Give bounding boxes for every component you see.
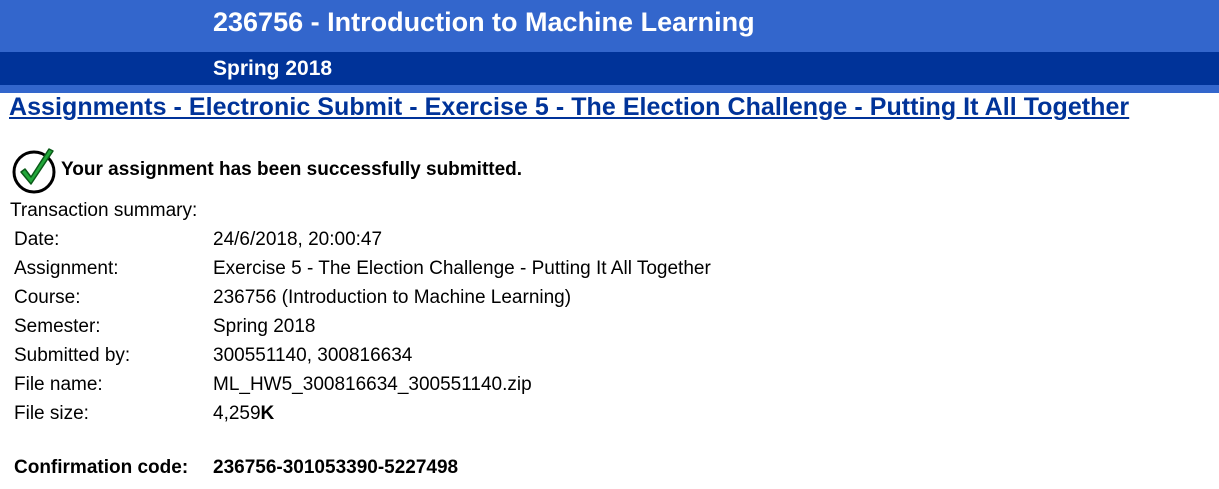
success-message: Your assignment has been successfully su…: [12, 146, 522, 194]
page-heading: Assignments - Electronic Submit - Exerci…: [9, 93, 1130, 121]
row-value: ML_HW5_300816634_300551140.zip: [213, 373, 532, 395]
row-value: Spring 2018: [213, 315, 316, 337]
confirmation-value: 236756-301053390-5227498: [213, 457, 459, 478]
file-size-number: 4,259: [213, 402, 261, 424]
semester-title: Spring 2018: [213, 57, 333, 80]
course-title: 236756 - Introduction to Machine Learnin…: [213, 7, 755, 37]
success-text: Your assignment has been successfully su…: [61, 159, 523, 180]
summary-row-file-name: File name: ML_HW5_300816634_300551140.zi…: [14, 370, 711, 399]
row-label: Assignment:: [14, 257, 119, 279]
file-size-value: 4,259K: [213, 403, 274, 425]
semester-bar: [0, 52, 1219, 85]
row-label: Semester:: [14, 315, 101, 337]
summary-row-date: Date: 24/6/2018, 20:00:47: [14, 225, 711, 254]
transaction-summary-table: Date: 24/6/2018, 20:00:47 Assignment: Ex…: [14, 225, 711, 428]
row-value: Exercise 5 - The Election Challenge - Pu…: [213, 257, 711, 279]
row-value: 300551140, 300816634: [213, 344, 413, 366]
row-label: File size:: [14, 402, 89, 424]
row-value: 236756 (Introduction to Machine Learning…: [213, 286, 572, 308]
summary-row-semester: Semester: Spring 2018: [14, 312, 711, 341]
summary-row-file-size: File size: 4,259K: [14, 399, 711, 428]
confirmation-label: Confirmation code:: [14, 457, 189, 478]
header-divider: [0, 85, 1219, 93]
confirmation-code: Confirmation code: 236756-301053390-52274…: [14, 457, 458, 479]
row-label: Submitted by:: [14, 344, 131, 366]
checkmark-icon: [12, 146, 60, 194]
row-label: File name:: [14, 373, 103, 395]
summary-row-submitted-by: Submitted by: 300551140, 300816634: [14, 341, 711, 370]
summary-row-course: Course: 236756 (Introduction to Machine …: [14, 283, 711, 312]
summary-row-assignment: Assignment: Exercise 5 - The Election Ch…: [14, 254, 711, 283]
row-label: Date:: [14, 228, 60, 250]
summary-caption: Transaction summary:: [10, 200, 198, 221]
file-size-unit: K: [260, 402, 275, 424]
row-label: Course:: [14, 286, 81, 308]
row-value: 24/6/2018, 20:00:47: [213, 228, 383, 250]
